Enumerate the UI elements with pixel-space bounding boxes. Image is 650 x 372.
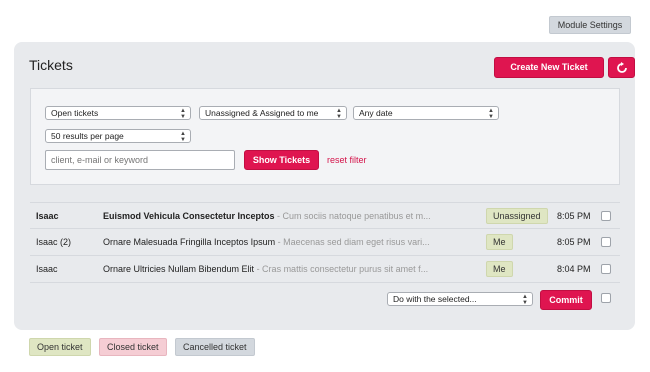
select-arrows-icon: ▲ ▼ (488, 108, 494, 120)
ticket-client: Isaac (2) (36, 237, 72, 247)
assignment-badge: Me (486, 261, 513, 277)
ticket-subject: Ornare Ultricies Nullam Bibendum Elit (103, 264, 255, 274)
ticket-time: 8:04 PM (557, 264, 591, 274)
ticket-client: Isaac (36, 264, 58, 274)
ticket-preview: - Cum sociis natoque penatibus et m... (274, 211, 431, 221)
select-arrows-icon: ▲ ▼ (522, 294, 528, 306)
tickets-panel: Tickets Create New Ticket Open tickets ▲… (14, 42, 635, 330)
create-ticket-button[interactable]: Create New Ticket (494, 57, 604, 78)
module-settings-button[interactable]: Module Settings (549, 16, 631, 34)
results-per-page-select[interactable]: 50 results per page ▲ ▼ (45, 129, 191, 143)
refresh-button[interactable] (608, 57, 635, 78)
ticket-preview: - Cras mattis consectetur purus sit amet… (254, 264, 429, 274)
select-arrows-icon: ▲ ▼ (336, 108, 342, 120)
select-arrows-icon: ▲ ▼ (180, 131, 186, 143)
refresh-icon (616, 61, 627, 73)
table-row[interactable]: Isaac Euismod Vehicula Consectetur Incep… (30, 202, 620, 229)
table-row[interactable]: Isaac (2) Ornare Malesuada Fringilla Inc… (30, 229, 620, 256)
date-select[interactable]: Any date ▲ ▼ (353, 106, 499, 120)
status-select[interactable]: Open tickets ▲ ▼ (45, 106, 191, 120)
select-arrows-icon: ▲ ▼ (180, 108, 186, 120)
show-tickets-button[interactable]: Show Tickets (244, 150, 319, 170)
results-per-page-value: 50 results per page (51, 131, 124, 141)
ticket-time: 8:05 PM (557, 237, 591, 247)
page-title: Tickets (29, 57, 73, 73)
ticket-time: 8:05 PM (557, 211, 591, 221)
legend-open-ticket: Open ticket (29, 338, 91, 356)
ticket-subject-cell[interactable]: Ornare Ultricies Nullam Bibendum Elit - … (103, 264, 448, 274)
ticket-subject-cell[interactable]: Euismod Vehicula Consectetur Inceptos - … (103, 211, 448, 221)
row-checkbox[interactable] (601, 211, 611, 221)
ticket-preview: - Maecenas sed diam eget risus vari... (275, 237, 430, 247)
ticket-subject: Ornare Malesuada Fringilla Inceptos Ipsu… (103, 237, 276, 247)
ticket-subject-cell[interactable]: Ornare Malesuada Fringilla Inceptos Ipsu… (103, 237, 448, 247)
date-select-value: Any date (359, 108, 393, 118)
ticket-client: Isaac (36, 211, 59, 221)
row-checkbox[interactable] (601, 264, 611, 274)
legend-cancelled-ticket: Cancelled ticket (175, 338, 255, 356)
assignment-badge: Unassigned (486, 208, 548, 224)
assignment-select[interactable]: Unassigned & Assigned to me ▲ ▼ (199, 106, 347, 120)
status-select-value: Open tickets (51, 108, 99, 118)
filter-box: Open tickets ▲ ▼ Unassigned & Assigned to… (30, 88, 620, 185)
bulk-action-select[interactable]: Do with the selected... ▲ ▼ (387, 292, 533, 306)
select-all-checkbox[interactable] (601, 293, 611, 303)
row-checkbox[interactable] (601, 237, 611, 247)
reset-filter-link[interactable]: reset filter (327, 155, 367, 165)
assignment-badge: Me (486, 234, 513, 250)
assignment-select-value: Unassigned & Assigned to me (205, 108, 319, 118)
search-input[interactable] (45, 150, 235, 170)
commit-button[interactable]: Commit (540, 290, 592, 310)
legend-closed-ticket: Closed ticket (99, 338, 167, 356)
ticket-subject: Euismod Vehicula Consectetur Inceptos (103, 211, 275, 221)
bulk-action-value: Do with the selected... (393, 294, 477, 304)
table-row[interactable]: Isaac Ornare Ultricies Nullam Bibendum E… (30, 256, 620, 283)
ticket-list: Isaac Euismod Vehicula Consectetur Incep… (30, 202, 620, 283)
